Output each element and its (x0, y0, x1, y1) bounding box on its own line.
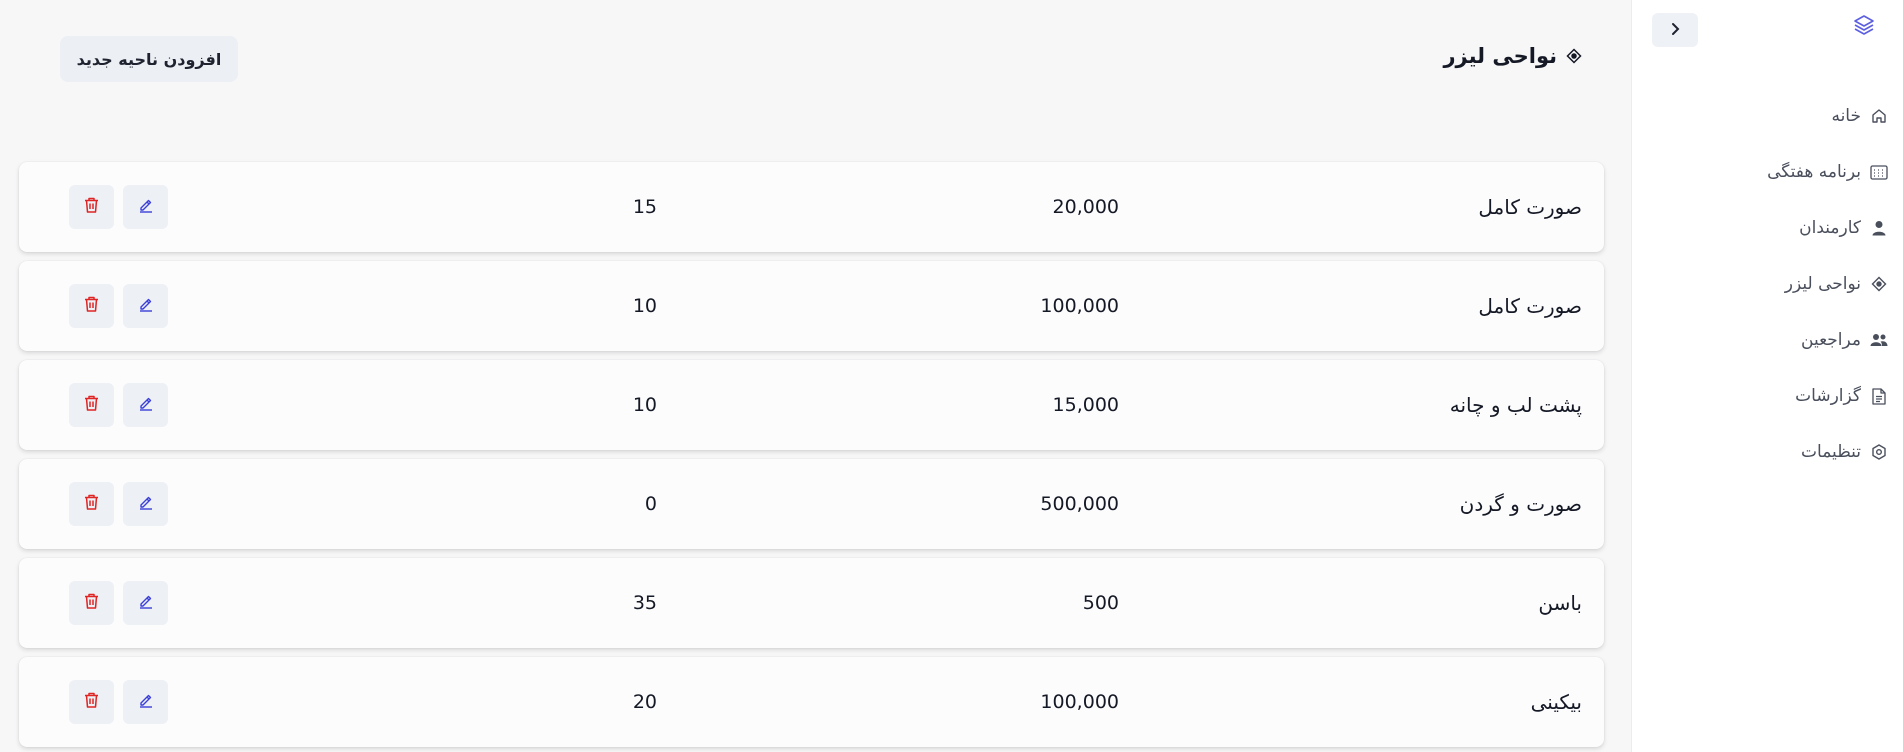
sidebar-item-label: خانه (1831, 106, 1861, 126)
sidebar-item-settings[interactable]: تنظیمات (1669, 424, 1889, 480)
sidebar-item-label: نواحی لیزر (1784, 274, 1861, 294)
pencil-icon (138, 692, 154, 712)
sidebar-item-home[interactable]: خانه (1669, 88, 1889, 144)
sidebar-item-label: تنظیمات (1801, 442, 1861, 462)
sidebar-item-label: مراجعین (1801, 330, 1861, 350)
trash-icon (84, 692, 99, 712)
sidebar-item-label: گزارشات (1795, 386, 1861, 406)
settings-icon (1869, 442, 1889, 462)
pencil-icon (138, 494, 154, 514)
trash-icon (84, 494, 99, 514)
pencil-icon (138, 593, 154, 613)
home-icon (1869, 106, 1889, 126)
sidebar-item-reports[interactable]: گزارشات (1669, 368, 1889, 424)
sidebar: خانه برنامه هفتگی کارمندان نواحی لیزر مر… (1631, 0, 1903, 752)
trash-icon (84, 197, 99, 217)
trash-icon (84, 593, 99, 613)
delete-button[interactable] (69, 383, 114, 427)
area-price: 20,000 (1052, 196, 1119, 218)
delete-button[interactable] (69, 680, 114, 724)
users-icon (1869, 330, 1889, 350)
area-name: بیکینی (1530, 690, 1582, 714)
area-duration: 20 (632, 691, 657, 713)
area-row: باسن 500 35 (19, 558, 1604, 648)
add-area-button[interactable]: افزودن ناحیه جدید (60, 36, 238, 82)
sidebar-item-label: برنامه هفتگی (1767, 162, 1861, 182)
user-icon (1869, 218, 1889, 238)
delete-button[interactable] (69, 185, 114, 229)
main-content: نواحی لیزر افزودن ناحیه جدید صورت کامل 20… (0, 0, 1631, 752)
edit-button[interactable] (123, 581, 168, 625)
layers-logo-icon[interactable] (1851, 12, 1877, 38)
area-row: صورت کامل 20,000 15 (19, 162, 1604, 252)
area-name: صورت کامل (1478, 294, 1582, 318)
document-icon (1869, 386, 1889, 406)
area-name: پشت لب و چانه (1449, 393, 1582, 417)
sidebar-item-label: کارمندان (1799, 218, 1861, 238)
sidebar-collapse-button[interactable] (1652, 13, 1698, 47)
area-row: بیکینی 100,000 20 (19, 657, 1604, 747)
delete-button[interactable] (69, 482, 114, 526)
area-duration: 0 (644, 493, 657, 515)
area-price: 500,000 (1040, 493, 1119, 515)
edit-button[interactable] (123, 185, 168, 229)
area-price: 100,000 (1040, 691, 1119, 713)
area-row: صورت و گردن 500,000 0 (19, 459, 1604, 549)
trash-icon (84, 296, 99, 316)
target-icon (1869, 274, 1889, 294)
delete-button[interactable] (69, 581, 114, 625)
page-title: نواحی لیزر (1443, 44, 1583, 68)
edit-button[interactable] (123, 284, 168, 328)
trash-icon (84, 395, 99, 415)
edit-button[interactable] (123, 680, 168, 724)
edit-button[interactable] (123, 383, 168, 427)
pencil-icon (138, 197, 154, 217)
chevron-right-icon (1668, 21, 1682, 40)
edit-button[interactable] (123, 482, 168, 526)
sidebar-nav: خانه برنامه هفتگی کارمندان نواحی لیزر مر… (1669, 88, 1889, 480)
area-name: باسن (1538, 591, 1582, 615)
sidebar-item-weekly-schedule[interactable]: برنامه هفتگی (1669, 144, 1889, 200)
sidebar-item-laser-areas[interactable]: نواحی لیزر (1669, 256, 1889, 312)
areas-list: صورت کامل 20,000 15 صورت کامل 100,000 10 پشت ل… (19, 162, 1604, 752)
calendar-icon (1869, 162, 1889, 182)
area-price: 500 (1082, 592, 1119, 614)
pencil-icon (138, 296, 154, 316)
area-name: صورت و گردن (1459, 492, 1582, 516)
area-row: پشت لب و چانه 15,000 10 (19, 360, 1604, 450)
area-duration: 10 (632, 295, 657, 317)
area-row: صورت کامل 100,000 10 (19, 261, 1604, 351)
pencil-icon (138, 395, 154, 415)
area-price: 100,000 (1040, 295, 1119, 317)
sidebar-item-employees[interactable]: کارمندان (1669, 200, 1889, 256)
page-title-text: نواحی لیزر (1443, 44, 1557, 68)
area-duration: 10 (632, 394, 657, 416)
target-icon (1565, 47, 1583, 65)
sidebar-item-clients[interactable]: مراجعین (1669, 312, 1889, 368)
area-duration: 35 (632, 592, 657, 614)
area-duration: 15 (632, 196, 657, 218)
area-price: 15,000 (1052, 394, 1119, 416)
area-name: صورت کامل (1478, 195, 1582, 219)
delete-button[interactable] (69, 284, 114, 328)
